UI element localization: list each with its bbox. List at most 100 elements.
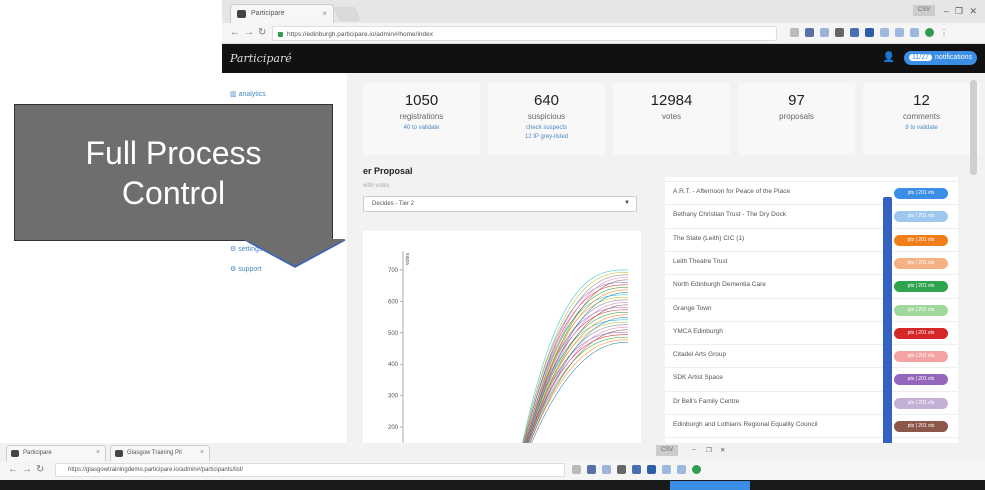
stat-link[interactable]: 40 to validate xyxy=(363,124,480,132)
maximize-button[interactable]: ❐ xyxy=(955,6,963,17)
extension-icon[interactable] xyxy=(662,465,671,474)
browser-tab[interactable]: Glasgow Training Pil × xyxy=(110,445,210,461)
extension-icons: ⋮ xyxy=(790,28,949,37)
close-window-button[interactable]: ✕ xyxy=(720,446,725,454)
url-field[interactable]: https://edinburgh.participare.io/admin#/… xyxy=(272,26,777,41)
close-tab-icon[interactable]: × xyxy=(200,449,204,456)
tab-title: Participare xyxy=(23,450,52,456)
extension-icon[interactable] xyxy=(677,465,686,474)
minimize-button[interactable]: – xyxy=(944,6,949,16)
front-browser-window: Participare × Glasgow Training Pil × CSV… xyxy=(0,443,985,490)
y-tick-label: 500 xyxy=(388,331,399,337)
proposal-name: Citadel Arts Group xyxy=(673,351,727,359)
user-icon[interactable]: 👤 xyxy=(883,52,895,63)
y-axis-label: votes xyxy=(405,253,411,265)
proposal-row[interactable]: The State (Leith) CIC (1) pts | 201 vts xyxy=(665,227,958,251)
new-tab-button[interactable] xyxy=(333,7,361,21)
stat-link[interactable]: 12 IP grey-listed xyxy=(488,133,605,141)
proposal-row[interactable]: North Edinburgh Dementia Care pts | 201 v… xyxy=(665,274,958,297)
maximize-button[interactable]: ❐ xyxy=(706,446,712,454)
extension-icon[interactable] xyxy=(910,28,919,37)
proposal-row[interactable]: Dr Bell's Family Centre pts | 201 vts xyxy=(665,390,958,414)
back-icon[interactable]: ← xyxy=(8,464,18,475)
stat-card: 12984 votes xyxy=(613,83,730,155)
forward-icon[interactable]: → xyxy=(22,464,32,475)
proposal-name: Edinburgh and Lothians Regional Equality… xyxy=(673,421,818,428)
y-tick-label: 600 xyxy=(388,299,399,305)
browser-tab[interactable]: Participare × xyxy=(230,4,334,23)
scrollbar[interactable] xyxy=(970,80,977,175)
stat-card: 640 suspicious check suspects 12 IP grey… xyxy=(488,83,605,155)
proposal-row[interactable]: Bethany Christian Trust - The Dry Dock pt… xyxy=(665,204,958,227)
extension-icon[interactable] xyxy=(880,28,889,37)
stat-link[interactable]: 8 to validate xyxy=(863,124,980,132)
extension-icon[interactable] xyxy=(587,465,596,474)
extension-icon[interactable] xyxy=(632,465,641,474)
proposal-row[interactable]: Edinburgh and Lothians Regional Equality… xyxy=(665,414,958,437)
app-logo[interactable]: Participaré xyxy=(230,52,292,65)
proposal-row[interactable]: Grange Town pts | 201 vts xyxy=(665,297,958,321)
extension-icon[interactable] xyxy=(805,28,814,37)
proposal-row[interactable]: Citadel Arts Group pts | 201 vts xyxy=(665,344,958,367)
extension-icon[interactable] xyxy=(602,465,611,474)
window-badge: CSV xyxy=(913,5,935,16)
extension-icon[interactable] xyxy=(617,465,626,474)
url-field[interactable]: https://glasgowtrainingdemo.participare.… xyxy=(55,463,565,477)
stat-link[interactable]: check suspects xyxy=(488,124,605,132)
extension-icon[interactable] xyxy=(865,28,874,37)
stat-value: 1050 xyxy=(404,92,439,109)
address-bar-row: ← → ↻ https://glasgowtrainingdemo.partic… xyxy=(0,461,985,480)
sidebar-item-analytics[interactable]: ▥ analytics xyxy=(230,90,266,98)
notification-count: 11/27 xyxy=(909,54,933,61)
tab-title: Glasgow Training Pil xyxy=(127,450,182,456)
proposal-badge: pts | 201 vts xyxy=(894,421,948,432)
back-icon[interactable]: ← xyxy=(230,27,240,38)
star-icon[interactable] xyxy=(572,465,581,474)
proposal-row[interactable]: A.R.T. - Afternoon for Peace of the Plac… xyxy=(665,181,958,204)
reload-icon[interactable]: ↻ xyxy=(258,27,266,38)
browser-tab[interactable]: Participare × xyxy=(6,445,106,461)
tab-title: Participare xyxy=(251,10,285,17)
proposal-name: SDK Artist Space xyxy=(673,374,723,382)
forward-icon[interactable]: → xyxy=(244,27,254,38)
sidebar-item-label: analytics xyxy=(238,91,266,98)
close-tab-icon[interactable]: × xyxy=(96,449,100,456)
select-value: Decides - Tier 2 xyxy=(372,201,415,207)
extension-icon[interactable] xyxy=(925,28,934,37)
extension-icon[interactable] xyxy=(692,465,701,474)
app-header xyxy=(0,480,985,490)
extension-icon[interactable] xyxy=(895,28,904,37)
y-tick-label: 300 xyxy=(388,394,399,400)
callout-tail xyxy=(244,239,346,268)
proposal-name: Leith Theatre Trust xyxy=(673,257,728,265)
proposal-select[interactable]: Decides - Tier 2 ▼ xyxy=(363,196,637,212)
proposal-name: A.R.T. - Afternoon for Peace of the Plac… xyxy=(673,188,791,195)
close-window-button[interactable]: ✕ xyxy=(969,6,977,17)
extension-icons xyxy=(572,465,701,474)
callout-pointer xyxy=(244,239,346,268)
star-icon[interactable] xyxy=(790,28,799,37)
close-tab-icon[interactable]: × xyxy=(322,9,327,18)
extension-icon[interactable] xyxy=(820,28,829,37)
proposal-badge: pts | 201 vts xyxy=(894,234,948,246)
address-bar-row: ← → ↻ https://edinburgh.participare.io/a… xyxy=(222,23,985,44)
proposal-badge: pts | 201 vts xyxy=(894,211,948,223)
stat-card: 12 comments 8 to validate xyxy=(863,83,980,155)
proposal-name: Bethany Christian Trust - The Dry Dock xyxy=(673,211,786,219)
extension-icon[interactable] xyxy=(647,465,656,474)
reload-icon[interactable]: ↻ xyxy=(36,464,44,475)
proposal-name: Dr Bell's Family Centre xyxy=(673,397,740,405)
proposal-row[interactable]: Leith Theatre Trust pts | 201 vts xyxy=(665,250,958,274)
notifications-label: notifications xyxy=(935,54,972,61)
proposal-row[interactable]: YMCA Edinburgh pts | 201 vts xyxy=(665,320,958,344)
stat-value: 97 xyxy=(788,92,805,109)
proposal-row[interactable]: SDK Artist Space pts | 201 vts xyxy=(665,367,958,390)
stat-card: 97 proposals xyxy=(738,83,855,155)
extension-icon[interactable] xyxy=(850,28,859,37)
notifications-button[interactable] xyxy=(670,481,750,490)
section-hint: with votes xyxy=(363,183,390,189)
menu-icon[interactable]: ⋮ xyxy=(940,28,949,37)
extension-icon[interactable] xyxy=(835,28,844,37)
notifications-button[interactable]: 11/27 notifications xyxy=(904,51,977,65)
minimize-button[interactable]: – xyxy=(692,446,696,453)
